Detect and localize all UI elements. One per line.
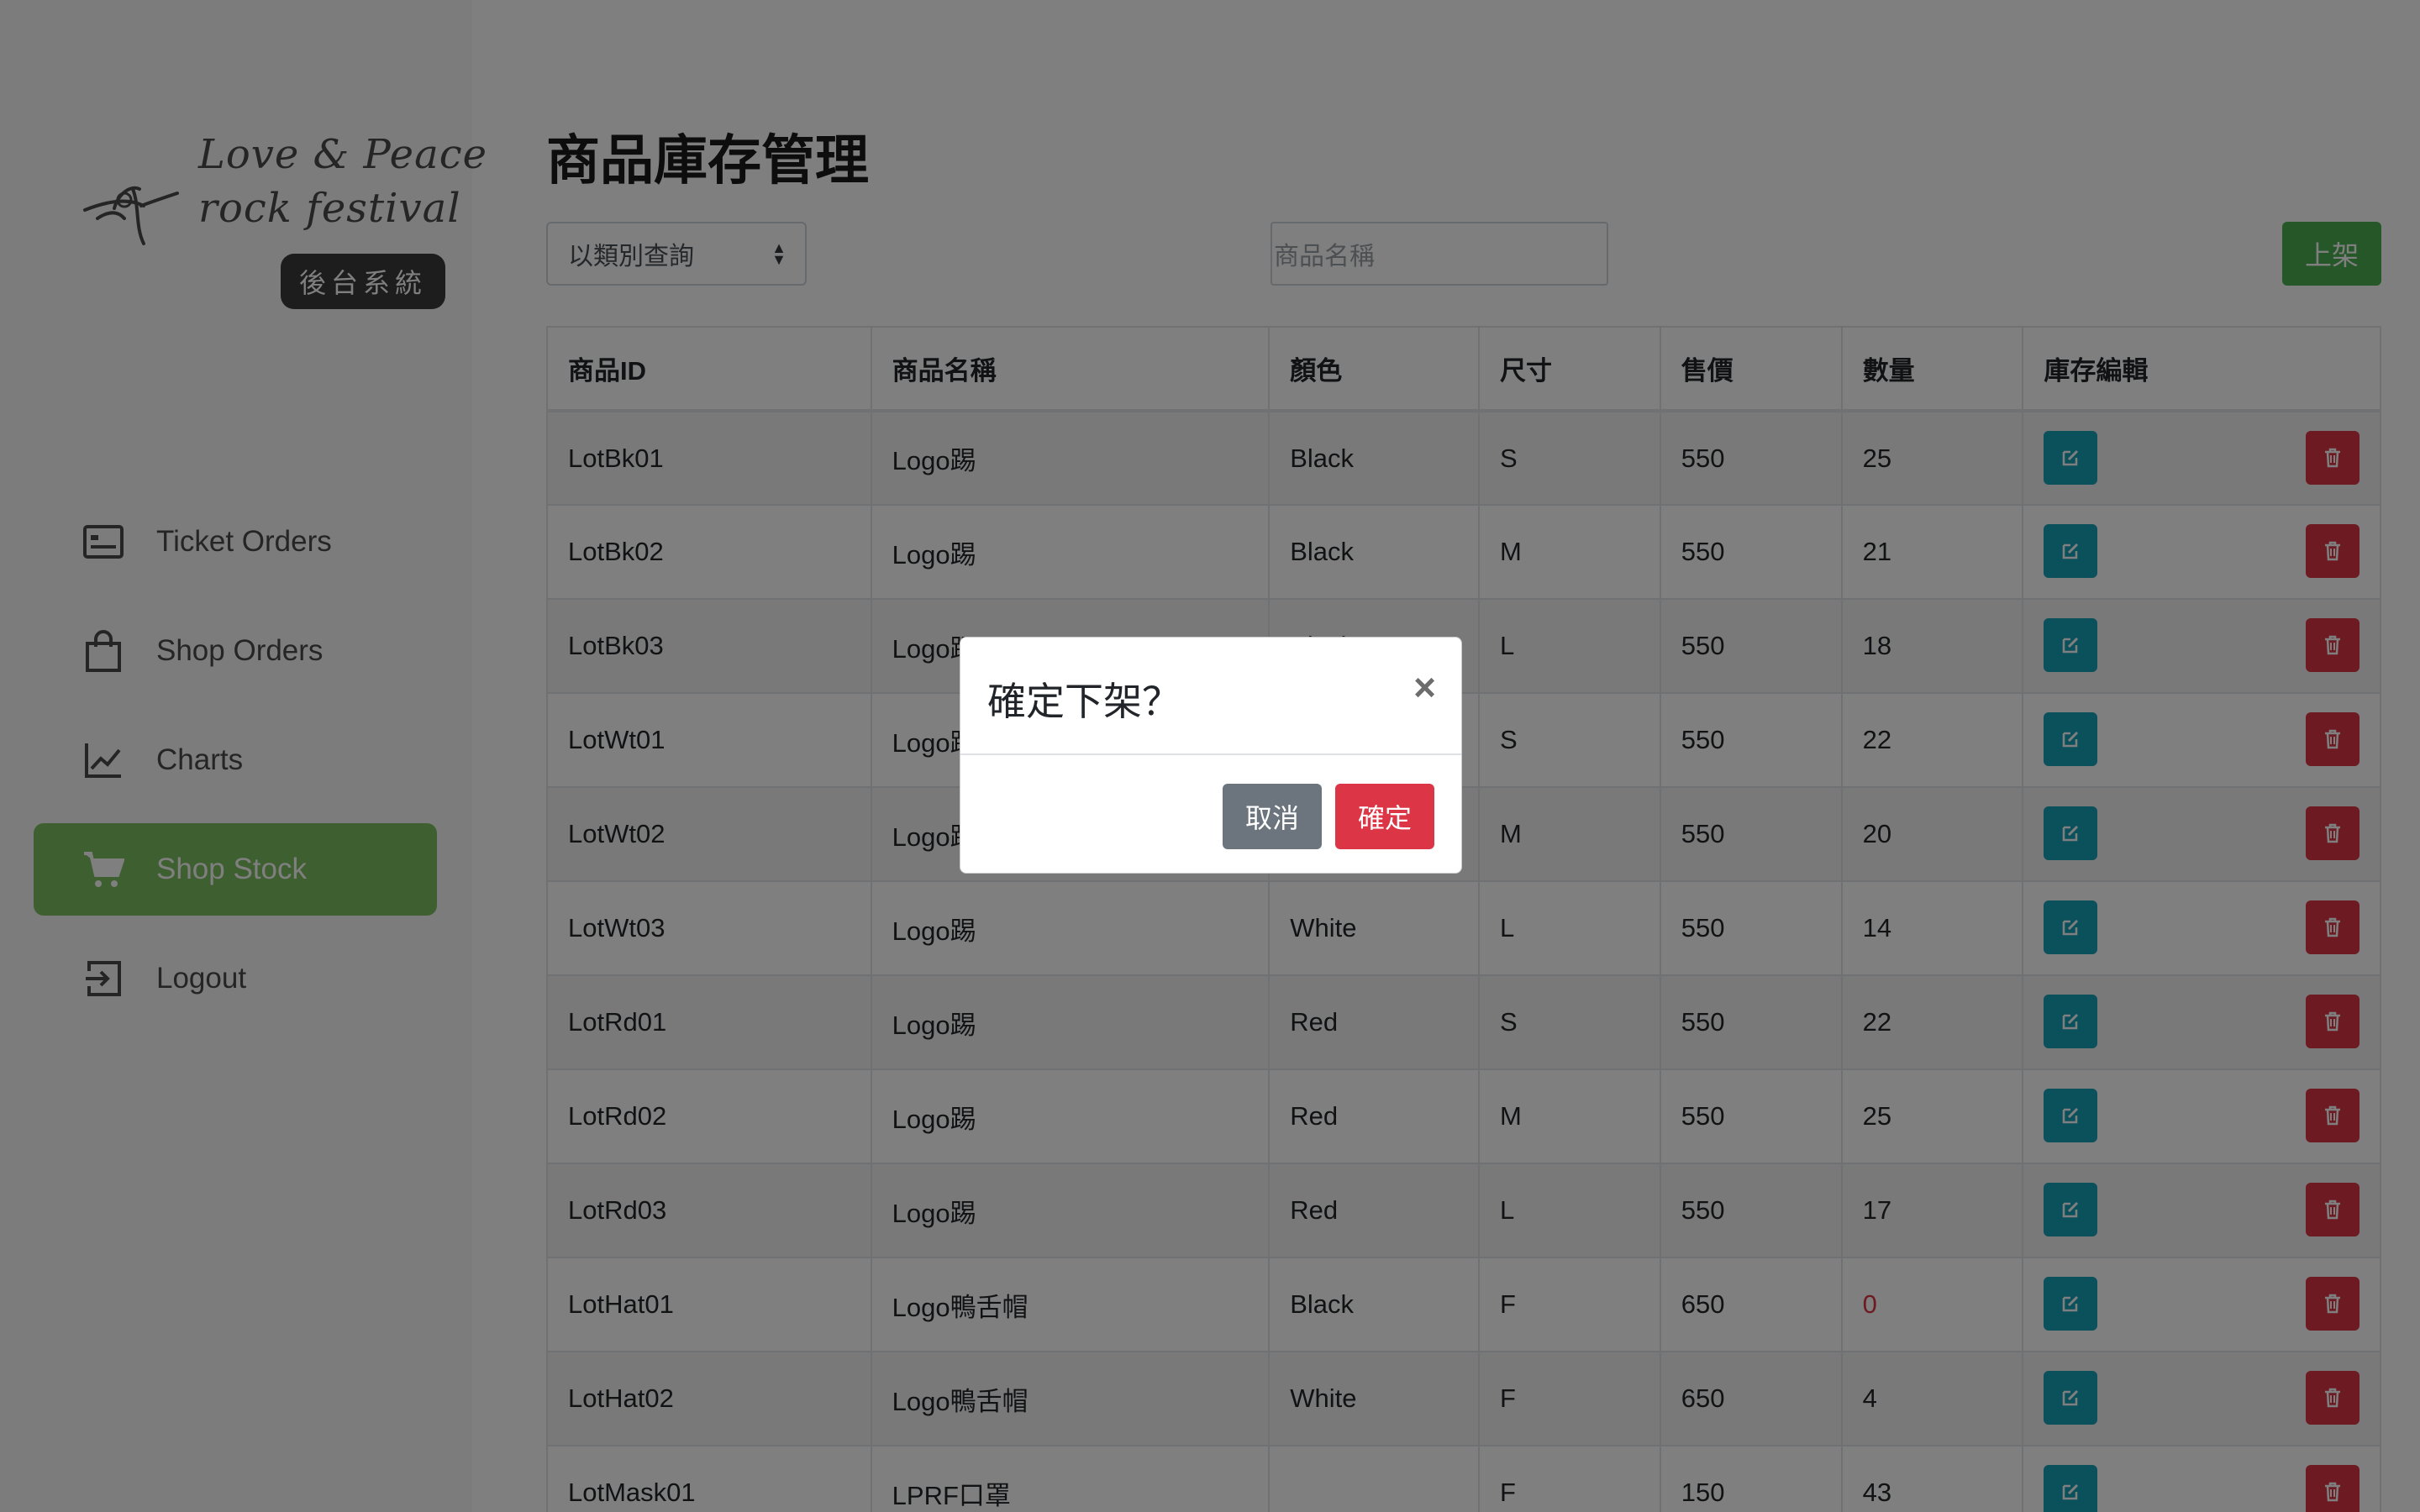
modal-header: 確定下架？ × — [960, 638, 1461, 755]
confirm-delist-modal: 確定下架？ × 取消 確定 — [960, 637, 1462, 874]
modal-title: 確定下架？ — [987, 680, 1181, 723]
close-icon[interactable]: × — [1413, 668, 1436, 706]
confirm-button[interactable]: 確定 — [1335, 784, 1434, 849]
cancel-button[interactable]: 取消 — [1223, 784, 1322, 849]
modal-footer: 取消 確定 — [960, 755, 1461, 873]
